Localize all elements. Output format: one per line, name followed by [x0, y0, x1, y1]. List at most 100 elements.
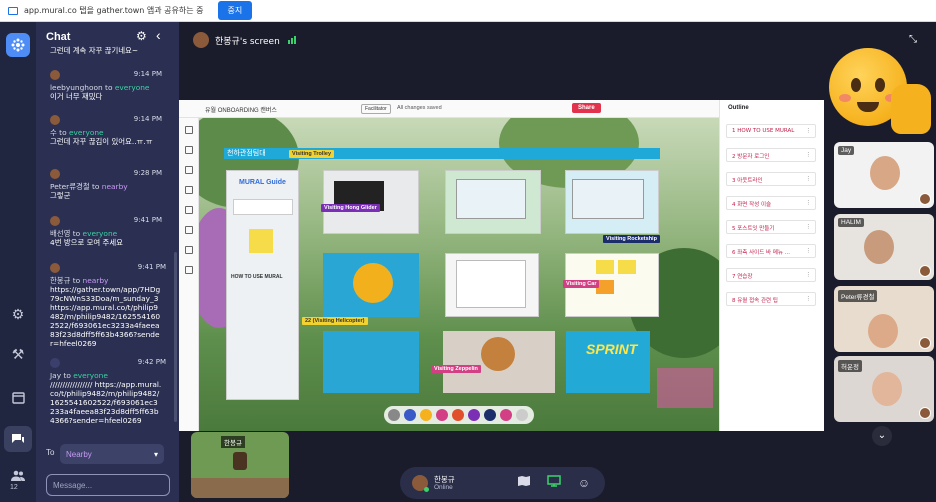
board-tile[interactable] — [565, 170, 659, 234]
dog-image — [481, 337, 515, 371]
mural-canvas[interactable]: 천하관점팀대 Visiting Trolley MURAL Guide HOW … — [199, 118, 719, 431]
toolbar-tool-icon[interactable] — [185, 246, 193, 254]
gather-logo-icon[interactable] — [6, 33, 30, 57]
map-ground — [191, 478, 289, 498]
outline-item[interactable]: 6 좌측 사이드 바 메뉴 ... ⋮ — [726, 244, 816, 258]
board-title[interactable]: 유월 ONBOARDING 캔버스 — [205, 105, 277, 114]
toolbar-tool-icon[interactable] — [185, 126, 193, 134]
sender-avatar — [50, 169, 60, 179]
message-time: 9:41 PM — [133, 216, 162, 224]
collapse-chevron-icon[interactable]: ‹ — [156, 27, 161, 43]
more-icon[interactable]: ⋮ — [806, 176, 812, 182]
more-icon[interactable]: ⋮ — [806, 200, 812, 206]
emoji-icon[interactable]: ☺ — [576, 475, 592, 491]
participant-video — [872, 372, 902, 406]
outline-item[interactable]: 2 방문자 로그인 ⋮ — [726, 148, 816, 162]
chat-settings-gear-icon[interactable]: ⚙ — [136, 29, 147, 43]
outline-item[interactable]: 5 포스트잇 만들기 ⋮ — [726, 220, 816, 234]
toolbar-tool-icon[interactable] — [185, 226, 193, 234]
visiting-tag: Visiting Zeppelin — [431, 365, 481, 373]
toolbar-tool-icon[interactable] — [185, 206, 193, 214]
sprint-tile[interactable]: SPRINT — [566, 331, 650, 393]
video-tile[interactable]: Peter류경철 — [834, 286, 934, 352]
stop-sharing-button[interactable]: 중지 — [217, 1, 253, 20]
outline-panel: Outline 1 HOW TO USE MURAL ⋮ 2 방문자 로그인 ⋮ 3… — [719, 100, 824, 431]
board-tile[interactable] — [323, 331, 419, 393]
visiting-tag: Visiting Hong Glider — [321, 204, 380, 212]
visiting-tag: Visiting Car — [563, 280, 600, 288]
more-icon[interactable]: ⋮ — [806, 128, 812, 134]
chevron-down-icon[interactable]: ⌄ — [872, 426, 892, 446]
toolbar-button[interactable] — [404, 409, 416, 421]
outline-item[interactable]: 7 연습장 ⋮ — [726, 268, 816, 282]
toolbar-button[interactable] — [500, 409, 512, 421]
gear-icon[interactable]: ⚙ — [8, 304, 28, 324]
add-icon[interactable] — [516, 409, 528, 421]
toolbar-tool-icon[interactable] — [185, 266, 193, 274]
outline-item[interactable]: 1 HOW TO USE MURAL ⋮ — [726, 124, 816, 138]
chat-message: 9:14 PM leebyunghoon to everyone 이거 너무 재… — [50, 70, 170, 106]
toolbar-button[interactable] — [452, 409, 464, 421]
outline-item-label: 6 좌측 사이드 바 메뉴 ... — [732, 250, 790, 256]
sender-avatar — [50, 358, 60, 368]
outline-item[interactable]: 4 화면 작성 이슬 ⋮ — [726, 196, 816, 210]
visiting-tag: Visiting Trolley — [289, 150, 335, 158]
chat-title: Chat — [46, 31, 71, 43]
toolbar-button[interactable] — [484, 409, 496, 421]
participants-icon[interactable] — [8, 466, 28, 486]
toolbar-button[interactable] — [420, 409, 432, 421]
participant-video — [870, 156, 900, 190]
video-tile[interactable]: HALIM — [834, 214, 934, 280]
outline-item[interactable]: 8 유월 접속 관련 팁 ⋮ — [726, 292, 816, 306]
board-tile[interactable] — [443, 331, 555, 393]
flower-image — [353, 263, 393, 303]
outline-item[interactable]: 3 아웃트라인 ⋮ — [726, 172, 816, 186]
hammer-icon[interactable]: ⚒ — [8, 344, 28, 364]
map-icon[interactable] — [516, 475, 532, 491]
more-icon[interactable]: ⋮ — [806, 272, 812, 278]
message-target: nearby — [101, 182, 128, 191]
chat-scrollbar[interactable] — [174, 252, 177, 422]
sender-name: leebyunghoon — [50, 83, 103, 92]
toolbar-tool-icon[interactable] — [185, 146, 193, 154]
recipient-select[interactable]: Nearby ▾ — [60, 444, 164, 464]
video-tile[interactable]: Jay — [834, 142, 934, 208]
shared-screen[interactable]: 유월 ONBOARDING 캔버스 Facilitator All change… — [179, 100, 824, 431]
outline-title: Outline — [728, 105, 749, 111]
chat-message: 9:42 PM Jay to everyone ////////////////… — [50, 358, 166, 436]
recipient-value: Nearby — [66, 449, 92, 459]
more-icon[interactable]: ⋮ — [806, 224, 812, 230]
toolbar-button[interactable] — [468, 409, 480, 421]
board-tile[interactable] — [445, 170, 541, 234]
board-tile[interactable] — [445, 253, 539, 317]
chat-panel: Chat ⚙ ‹ 그런데 계속 자꾸 끊기네요~ 9:14 PM leebyun… — [36, 22, 179, 502]
mural-guide-card[interactable]: MURAL Guide HOW TO USE MURAL — [226, 170, 299, 400]
calendar-icon[interactable] — [8, 387, 28, 407]
sender-avatar — [50, 115, 60, 125]
board-tile[interactable] — [323, 170, 419, 234]
more-icon[interactable]: ⋮ — [806, 152, 812, 158]
to-word: to — [59, 128, 67, 137]
message-input[interactable]: Message... — [46, 474, 170, 496]
mural-share-button[interactable]: Share — [572, 103, 601, 113]
minimap[interactable]: 한봉규 — [191, 432, 289, 498]
more-icon[interactable]: ⋮ — [806, 248, 812, 254]
to-word: to — [72, 229, 81, 238]
screen-title: 한봉규's screen — [215, 36, 280, 47]
sender-name: 배선영 — [50, 229, 71, 238]
toolbar-tool-icon[interactable] — [185, 186, 193, 194]
online-status-dot — [424, 487, 429, 492]
facilitator-badge[interactable]: Facilitator — [361, 104, 391, 114]
guide-subtitle: HOW TO USE MURAL — [231, 274, 283, 280]
toolbar-button[interactable] — [436, 409, 448, 421]
chat-icon[interactable] — [4, 426, 32, 452]
emoji-cheek — [839, 94, 851, 102]
screen-share-icon[interactable] — [546, 475, 562, 491]
toolbar-button[interactable] — [388, 409, 400, 421]
video-tile[interactable]: 허운정 — [834, 356, 934, 422]
more-icon[interactable]: ⋮ — [806, 296, 812, 302]
sender-name: Peter류경철 — [50, 182, 90, 191]
board-tile[interactable] — [323, 253, 419, 317]
toolbar-tool-icon[interactable] — [185, 166, 193, 174]
minimize-screen-icon[interactable]: ⤡ — [909, 34, 917, 45]
